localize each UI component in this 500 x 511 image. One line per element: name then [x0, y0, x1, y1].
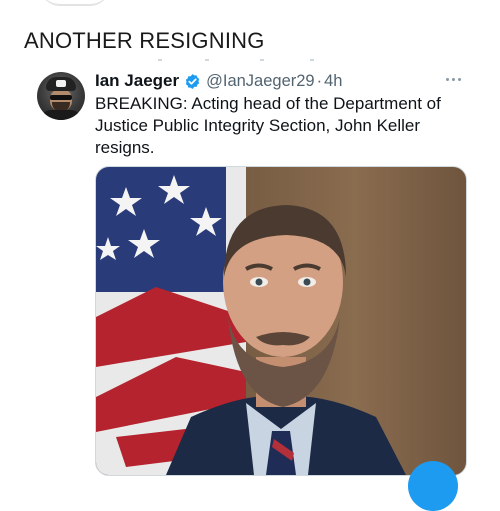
- header-separator: ·: [316, 71, 323, 90]
- top-decorative-arc: [40, 0, 110, 6]
- post-caption: ANOTHER RESIGNING: [24, 28, 265, 53]
- avatar-hat: [46, 77, 76, 91]
- more-horizontal-icon[interactable]: [444, 76, 464, 84]
- author-avatar[interactable]: [37, 72, 85, 120]
- avatar-glasses: [50, 95, 72, 100]
- author-name[interactable]: Ian Jaeger: [95, 71, 179, 91]
- compose-fab[interactable]: [408, 461, 458, 511]
- tweet-media-photo[interactable]: [95, 166, 467, 476]
- tweet-text: BREAKING: Acting head of the Department …: [95, 94, 441, 157]
- tweet-card[interactable]: Ian Jaeger @IanJaeger29 · 4h BREAKING: A…: [0, 60, 500, 484]
- tweet-header: Ian Jaeger @IanJaeger29 · 4h: [95, 70, 342, 92]
- avatar-jacket: [41, 110, 81, 120]
- tweet-timestamp[interactable]: 4h: [324, 72, 342, 91]
- verified-check-icon: [184, 73, 201, 90]
- author-handle[interactable]: @IanJaeger29: [206, 72, 315, 91]
